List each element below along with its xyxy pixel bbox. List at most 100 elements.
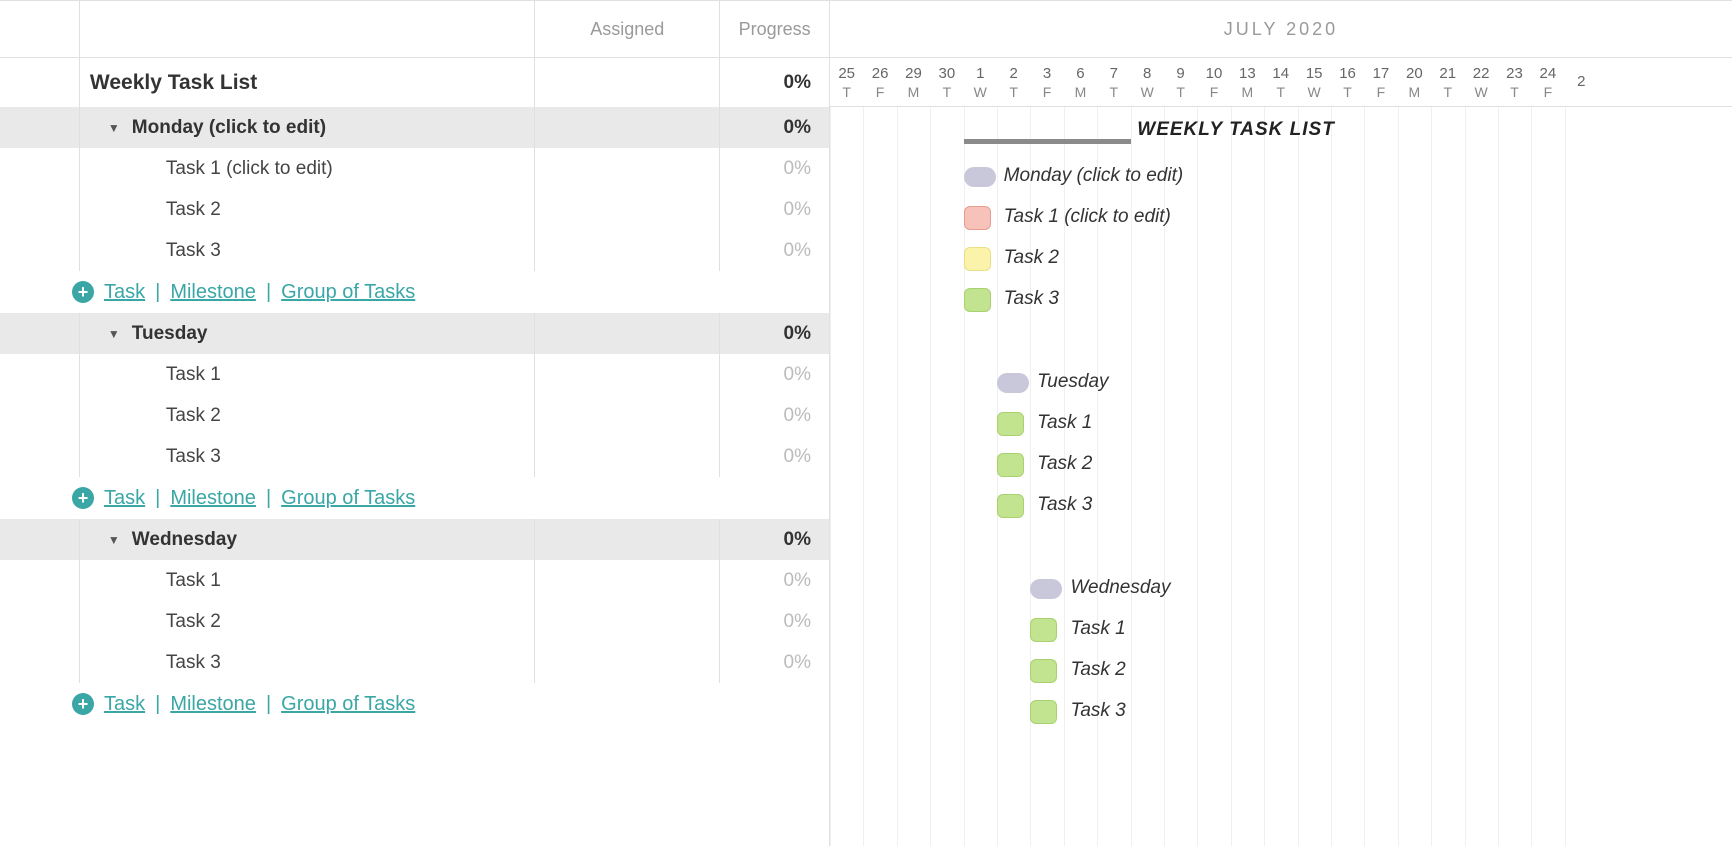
group-gantt-bubble[interactable] [997, 373, 1029, 393]
day-header-cell[interactable]: 25T [830, 58, 863, 106]
day-header-cell[interactable]: 2T [997, 58, 1030, 106]
timeline-body[interactable]: WEEKLY TASK LISTMonday (click to edit)Ta… [830, 107, 1732, 846]
task-name[interactable]: Task 3 [166, 446, 221, 468]
day-header-cell[interactable]: 23T [1498, 58, 1531, 106]
day-header-cell[interactable]: 16T [1331, 58, 1364, 106]
task-gantt-bar[interactable] [964, 247, 991, 271]
task-gantt-bar[interactable] [997, 412, 1024, 436]
group-gantt-bubble[interactable] [964, 167, 996, 187]
task-row[interactable]: Task 3 0% [0, 436, 829, 477]
task-row[interactable]: Task 2 0% [0, 601, 829, 642]
day-header-cell[interactable]: 1W [964, 58, 997, 106]
group-name[interactable]: Monday (click to edit) [132, 117, 326, 139]
chevron-down-icon[interactable]: ▼ [108, 533, 120, 547]
day-header-cell[interactable]: 7T [1097, 58, 1130, 106]
group-gantt-label: Tuesday [1037, 371, 1108, 393]
plus-icon[interactable]: + [72, 693, 94, 715]
plus-icon[interactable]: + [72, 487, 94, 509]
task-name[interactable]: Task 2 [166, 611, 221, 633]
day-header-cell[interactable]: 13M [1231, 58, 1264, 106]
add-milestone-link[interactable]: Milestone [170, 487, 256, 510]
task-name[interactable]: Task 2 [166, 405, 221, 427]
add-group-link[interactable]: Group of Tasks [281, 487, 415, 510]
group-row[interactable]: ▼Tuesday 0% [0, 313, 829, 354]
month-header: JULY 2020 [830, 1, 1732, 58]
day-header-cell[interactable]: 24F [1531, 58, 1564, 106]
add-row: + Task | Milestone | Group of Tasks [0, 271, 829, 313]
add-milestone-link[interactable]: Milestone [170, 693, 256, 716]
day-header-cell[interactable]: 17F [1364, 58, 1397, 106]
task-gantt-bar[interactable] [1030, 618, 1057, 642]
task-progress: 0% [784, 570, 811, 592]
add-milestone-link[interactable]: Milestone [170, 281, 256, 304]
task-name[interactable]: Task 3 [166, 240, 221, 262]
day-header-cell[interactable]: 29M [897, 58, 930, 106]
group-name[interactable]: Tuesday [132, 323, 208, 345]
day-header-cell[interactable]: 2 [1565, 58, 1598, 106]
gantt-panel: JULY 2020 25T26F29M30T1W2T3F6M7T8W9T10F1… [830, 1, 1732, 846]
plus-icon[interactable]: + [72, 281, 94, 303]
column-progress[interactable]: Progress [720, 1, 829, 57]
task-name[interactable]: Task 2 [166, 199, 221, 221]
day-header-cell[interactable]: 22W [1464, 58, 1497, 106]
task-progress: 0% [784, 364, 811, 386]
project-title[interactable]: Weekly Task List [90, 71, 257, 95]
task-name[interactable]: Task 1 (click to edit) [166, 158, 333, 180]
task-progress: 0% [784, 446, 811, 468]
chevron-down-icon[interactable]: ▼ [108, 121, 120, 135]
group-row[interactable]: ▼Wednesday 0% [0, 519, 829, 560]
add-group-link[interactable]: Group of Tasks [281, 281, 415, 304]
column-assigned[interactable]: Assigned [535, 1, 720, 57]
day-header-cell[interactable]: 20M [1398, 58, 1431, 106]
day-header-cell[interactable]: 14T [1264, 58, 1297, 106]
task-progress: 0% [784, 199, 811, 221]
task-name[interactable]: Task 1 [166, 570, 221, 592]
day-header-cell[interactable]: 21T [1431, 58, 1464, 106]
task-row[interactable]: Task 3 0% [0, 230, 829, 271]
add-group-link[interactable]: Group of Tasks [281, 693, 415, 716]
task-gantt-bar[interactable] [997, 494, 1024, 518]
add-task-link[interactable]: Task [104, 487, 145, 510]
task-name[interactable]: Task 1 [166, 364, 221, 386]
day-header-cell[interactable]: 10F [1197, 58, 1230, 106]
task-gantt-bar[interactable] [1030, 700, 1057, 724]
add-task-link[interactable]: Task [104, 281, 145, 304]
task-gantt-label: Task 2 [1070, 659, 1125, 681]
task-progress: 0% [784, 158, 811, 180]
task-gantt-label: Task 2 [1037, 453, 1092, 475]
day-header-cell[interactable]: 26F [863, 58, 896, 106]
group-gantt-bubble[interactable] [1030, 579, 1062, 599]
group-name[interactable]: Wednesday [132, 529, 237, 551]
task-row[interactable]: Task 3 0% [0, 642, 829, 683]
chevron-down-icon[interactable]: ▼ [108, 327, 120, 341]
task-row[interactable]: Task 1 (click to edit) 0% [0, 148, 829, 189]
task-row[interactable]: Task 2 0% [0, 395, 829, 436]
task-gantt-bar[interactable] [1030, 659, 1057, 683]
day-header-cell[interactable]: 3F [1030, 58, 1063, 106]
task-gantt-bar[interactable] [964, 288, 991, 312]
project-summary-bar[interactable] [964, 139, 1131, 144]
day-header-cell[interactable]: 15W [1297, 58, 1330, 106]
task-row[interactable]: Task 1 0% [0, 560, 829, 601]
task-name[interactable]: Task 3 [166, 652, 221, 674]
task-gantt-bar[interactable] [997, 453, 1024, 477]
day-header-cell[interactable]: 6M [1064, 58, 1097, 106]
task-row[interactable]: Task 2 0% [0, 189, 829, 230]
task-gantt-label: Task 3 [1070, 700, 1125, 722]
task-progress: 0% [784, 240, 811, 262]
project-title-row[interactable]: Weekly Task List 0% [0, 58, 829, 107]
task-gantt-bar[interactable] [964, 206, 991, 230]
group-row[interactable]: ▼ Monday (click to edit) 0% [0, 107, 829, 148]
task-row[interactable]: Task 1 0% [0, 354, 829, 395]
day-header-cell[interactable]: 8W [1131, 58, 1164, 106]
task-gantt-label: Task 1 [1037, 412, 1092, 434]
task-progress: 0% [784, 611, 811, 633]
task-progress: 0% [784, 405, 811, 427]
group-progress: 0% [784, 117, 811, 139]
project-gantt-label: WEEKLY TASK LIST [1137, 119, 1335, 141]
day-header-cell[interactable]: 9T [1164, 58, 1197, 106]
day-header-cell[interactable]: 30T [930, 58, 963, 106]
task-gantt-label: Task 3 [1004, 288, 1059, 310]
task-progress: 0% [784, 652, 811, 674]
add-task-link[interactable]: Task [104, 693, 145, 716]
